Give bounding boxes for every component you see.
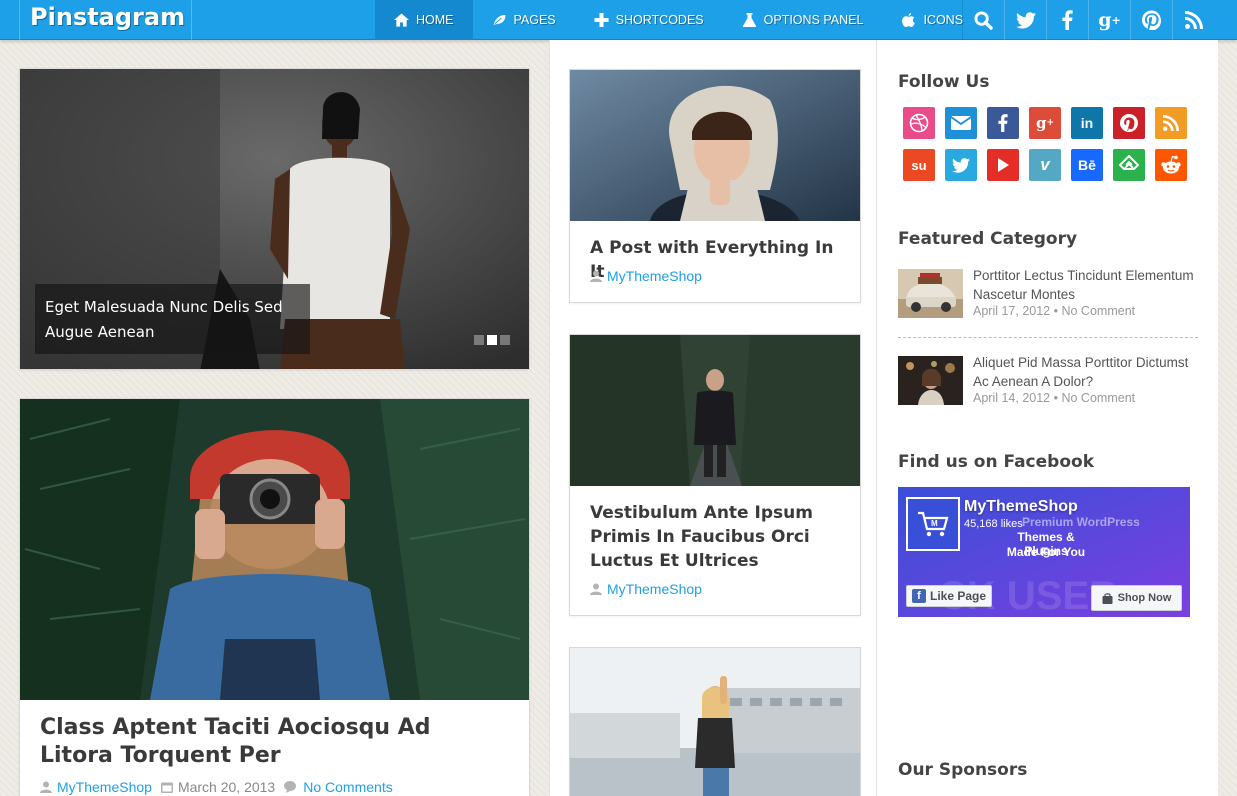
post-image[interactable] xyxy=(20,399,529,700)
top-navigation-bar: Pinstagram HOME PAGES SHORTCODES OPTIONS… xyxy=(0,0,1237,40)
post-card: Vestibulum Ante Ipsum Primis In Faucibus… xyxy=(569,334,861,616)
stumbleupon-icon[interactable]: su xyxy=(903,149,935,181)
featured-item-meta: April 14, 2012 • No Comment xyxy=(973,391,1135,405)
leaf-icon xyxy=(491,13,507,27)
facebook-icon[interactable] xyxy=(987,107,1019,139)
post-image[interactable] xyxy=(570,648,860,796)
user-icon xyxy=(40,781,52,793)
behance-icon[interactable]: Bē xyxy=(1071,149,1103,181)
fb-shop-now-button[interactable]: Shop Now xyxy=(1091,585,1182,611)
menu-item-pages[interactable]: PAGES xyxy=(473,0,575,40)
featured-category-title: Featured Category xyxy=(898,229,1078,249)
featured-item-date: April 14, 2012 xyxy=(973,391,1051,405)
post-image[interactable] xyxy=(570,70,860,221)
sponsors-title: Our Sponsors xyxy=(898,760,1028,780)
featured-item-comments[interactable]: No Comment xyxy=(1061,391,1135,405)
post-author-link[interactable]: MyThemeShop xyxy=(57,779,152,795)
flask-icon xyxy=(742,13,756,27)
featured-item-title[interactable]: Aliquet Pid Massa Porttitor Dictumst Ac … xyxy=(973,353,1198,391)
featured-thumb[interactable] xyxy=(898,269,963,318)
fb-like-page-button[interactable]: f Like Page xyxy=(906,585,992,607)
post-comments-link[interactable]: No Comments xyxy=(303,779,392,795)
menu-item-options-panel[interactable]: OPTIONS PANEL xyxy=(723,0,883,40)
follow-us-title: Follow Us xyxy=(898,72,990,92)
feedly-icon[interactable] xyxy=(1113,149,1145,181)
facebook-page-widget[interactable]: CK USER M MyThemeShop 45,168 likes Premi… xyxy=(898,487,1190,617)
post-meta: MyThemeShop xyxy=(590,581,702,597)
post-card-large: Class Aptent Taciti Aociosqu Ad Litora T… xyxy=(19,398,530,796)
main-menu: HOME PAGES SHORTCODES OPTIONS PANEL ICON… xyxy=(375,0,982,40)
featured-slider[interactable]: Eget Malesuada Nunc Delis Sed Augue Aene… xyxy=(19,68,530,370)
linkedin-icon[interactable]: in xyxy=(1071,107,1103,139)
facebook-icon[interactable] xyxy=(1046,0,1088,40)
twitter-icon[interactable] xyxy=(945,149,977,181)
rss-icon[interactable] xyxy=(1155,107,1187,139)
menu-label-shortcodes: SHORTCODES xyxy=(615,13,704,27)
vimeo-icon[interactable]: v xyxy=(1029,149,1061,181)
calendar-icon xyxy=(160,782,173,793)
menu-label-options-panel: OPTIONS PANEL xyxy=(763,13,864,27)
post-title[interactable]: Class Aptent Taciti Aociosqu Ad Litora T… xyxy=(40,714,510,770)
pinterest-icon[interactable] xyxy=(1113,107,1145,139)
post-author-link[interactable]: MyThemeShop xyxy=(607,268,702,284)
post-title[interactable]: Vestibulum Ante Ipsum Primis In Faucibus… xyxy=(590,501,825,573)
fb-shop-now-label: Shop Now xyxy=(1117,592,1172,604)
facebook-icon: f xyxy=(912,589,926,603)
slider-dot-3[interactable] xyxy=(500,335,510,345)
post-image[interactable] xyxy=(570,335,860,486)
svg-text:M: M xyxy=(931,519,938,528)
menu-label-icons: ICONS xyxy=(923,13,964,27)
fb-page-logo[interactable]: M xyxy=(906,497,960,551)
menu-label-pages: PAGES xyxy=(513,13,556,27)
featured-item-meta: April 17, 2012 • No Comment xyxy=(973,304,1135,318)
email-icon[interactable] xyxy=(945,107,977,139)
featured-item-date: April 17, 2012 xyxy=(973,304,1051,318)
dribbble-icon[interactable] xyxy=(903,107,935,139)
slider-dot-1[interactable] xyxy=(474,335,484,345)
featured-item-comments[interactable]: No Comment xyxy=(1061,304,1135,318)
site-logo[interactable]: Pinstagram xyxy=(19,0,192,40)
post-meta: MyThemeShop xyxy=(590,268,702,284)
comments-icon xyxy=(284,781,297,793)
menu-label-home: HOME xyxy=(416,13,454,27)
post-meta: MyThemeShop March 20, 2013 No Comments xyxy=(40,779,393,795)
featured-item: Aliquet Pid Massa Porttitor Dictumst Ac … xyxy=(898,353,1198,425)
menu-item-home[interactable]: HOME xyxy=(375,0,473,40)
featured-thumb[interactable] xyxy=(898,356,963,405)
slider-caption[interactable]: Eget Malesuada Nunc Delis Sed Augue Aene… xyxy=(35,284,310,354)
slider-dot-2[interactable] xyxy=(487,335,497,345)
menu-item-shortcodes[interactable]: SHORTCODES xyxy=(575,0,723,40)
fb-tagline-1: Premium WordPress xyxy=(1022,515,1140,529)
featured-item: Porttitor Lectus Tincidunt Elementum Nas… xyxy=(898,266,1198,338)
fb-likes-count: 45,168 likes xyxy=(964,518,1023,530)
fb-like-page-label: Like Page xyxy=(930,589,987,603)
user-icon xyxy=(590,583,602,595)
google-plus-icon[interactable]: g + xyxy=(1088,0,1130,40)
post-date: March 20, 2013 xyxy=(177,779,276,795)
fb-page-name[interactable]: MyThemeShop xyxy=(964,498,1078,516)
twitter-icon[interactable] xyxy=(1004,0,1046,40)
facebook-widget-title: Find us on Facebook xyxy=(898,452,1094,472)
google-plus-icon[interactable]: g + xyxy=(1029,107,1061,139)
apple-icon xyxy=(902,13,916,27)
reddit-icon[interactable] xyxy=(1155,149,1187,181)
post-card xyxy=(569,647,861,796)
youtube-icon[interactable] xyxy=(987,149,1019,181)
featured-item-title[interactable]: Porttitor Lectus Tincidunt Elementum Nas… xyxy=(973,266,1198,304)
home-icon xyxy=(394,13,409,27)
header-social-links: g + xyxy=(962,0,1214,40)
slider-pagination xyxy=(474,335,513,345)
shopping-bag-icon xyxy=(1102,592,1113,604)
fb-tagline-3: Made For You xyxy=(1006,545,1086,559)
plus-icon xyxy=(594,13,609,27)
user-icon xyxy=(590,270,602,282)
search-icon[interactable] xyxy=(962,0,1004,40)
pinterest-icon[interactable] xyxy=(1130,0,1172,40)
post-author-link[interactable]: MyThemeShop xyxy=(607,581,702,597)
rss-icon[interactable] xyxy=(1172,0,1214,40)
post-card: A Post with Everything In It MyThemeShop xyxy=(569,69,861,303)
